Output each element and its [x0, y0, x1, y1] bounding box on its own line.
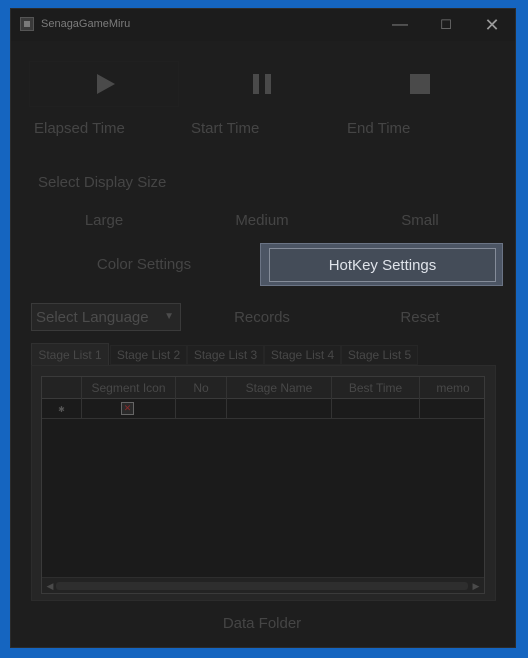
close-button[interactable]: ✕ — [469, 9, 515, 41]
pause-button[interactable] — [187, 61, 337, 107]
medium-size-button[interactable]: Medium — [187, 204, 337, 236]
chevron-down-icon: ▼ — [164, 311, 174, 322]
broken-image-icon: ✕ — [121, 402, 134, 415]
tab-stage-list-4[interactable]: Stage List 4 — [264, 345, 341, 365]
stage-list-panel: Segment Icon No Stage Name Best Time mem… — [31, 365, 496, 601]
records-button[interactable]: Records — [187, 301, 337, 333]
column-header-memo[interactable]: memo — [420, 377, 484, 399]
language-select[interactable]: Select Language ▼ — [31, 303, 181, 331]
maximize-button[interactable]: ☐ — [423, 9, 469, 41]
hotkey-focus-ring: HotKey Settings — [260, 243, 503, 286]
app-icon — [20, 17, 34, 31]
minimize-button[interactable]: — — [377, 9, 423, 41]
scroll-left-icon[interactable]: ◀ — [44, 580, 56, 592]
new-row-marker-icon: ✱ — [42, 399, 82, 419]
column-header-best-time[interactable]: Best Time — [332, 377, 420, 399]
scrollbar-thumb[interactable] — [56, 582, 468, 590]
language-select-value: Select Language — [36, 308, 149, 326]
tab-stage-list-2[interactable]: Stage List 2 — [110, 345, 187, 365]
memo-cell[interactable] — [420, 399, 484, 419]
title-bar[interactable]: SenagaGameMiru — ☐ ✕ — [11, 9, 515, 41]
best-time-cell[interactable] — [332, 399, 420, 419]
main-window: SenagaGameMiru — ☐ ✕ Elapsed Time Start … — [10, 8, 516, 648]
reset-button[interactable]: Reset — [345, 301, 495, 333]
end-time-label: End Time — [347, 120, 411, 137]
pause-icon — [253, 74, 271, 94]
horizontal-scrollbar[interactable]: ◀ ▶ — [42, 577, 484, 593]
start-time-label: Start Time — [191, 120, 260, 137]
color-settings-button[interactable]: Color Settings — [69, 248, 219, 280]
display-size-label: Select Display Size — [38, 174, 167, 191]
main-content: Elapsed Time Start Time End Time Select … — [11, 41, 515, 647]
large-size-button[interactable]: Large — [29, 204, 179, 236]
play-button[interactable] — [29, 61, 179, 107]
stop-button[interactable] — [345, 61, 495, 107]
no-cell[interactable] — [176, 399, 227, 419]
column-header-stage-name[interactable]: Stage Name — [227, 377, 332, 399]
small-size-button[interactable]: Small — [345, 204, 495, 236]
tab-stage-list-3[interactable]: Stage List 3 — [187, 345, 264, 365]
stop-icon — [410, 74, 430, 94]
window-title: SenagaGameMiru — [41, 18, 131, 30]
column-header-segment-icon[interactable]: Segment Icon — [82, 377, 176, 399]
data-folder-button[interactable]: Data Folder — [187, 607, 337, 639]
hotkey-settings-button[interactable]: HotKey Settings — [269, 248, 496, 282]
segment-icon-cell[interactable]: ✕ — [82, 399, 176, 419]
column-header-no[interactable]: No — [176, 377, 227, 399]
elapsed-time-label: Elapsed Time — [34, 120, 125, 137]
grid-header: Segment Icon No Stage Name Best Time mem… — [42, 377, 484, 399]
tab-stage-list-5[interactable]: Stage List 5 — [341, 345, 418, 365]
tab-stage-list-1[interactable]: Stage List 1 — [31, 343, 109, 366]
stage-grid[interactable]: Segment Icon No Stage Name Best Time mem… — [41, 376, 485, 594]
row-header-corner — [42, 377, 82, 399]
table-row[interactable]: ✱ ✕ — [42, 399, 484, 419]
stage-name-cell[interactable] — [227, 399, 332, 419]
scroll-right-icon[interactable]: ▶ — [470, 580, 482, 592]
play-icon — [97, 74, 115, 94]
